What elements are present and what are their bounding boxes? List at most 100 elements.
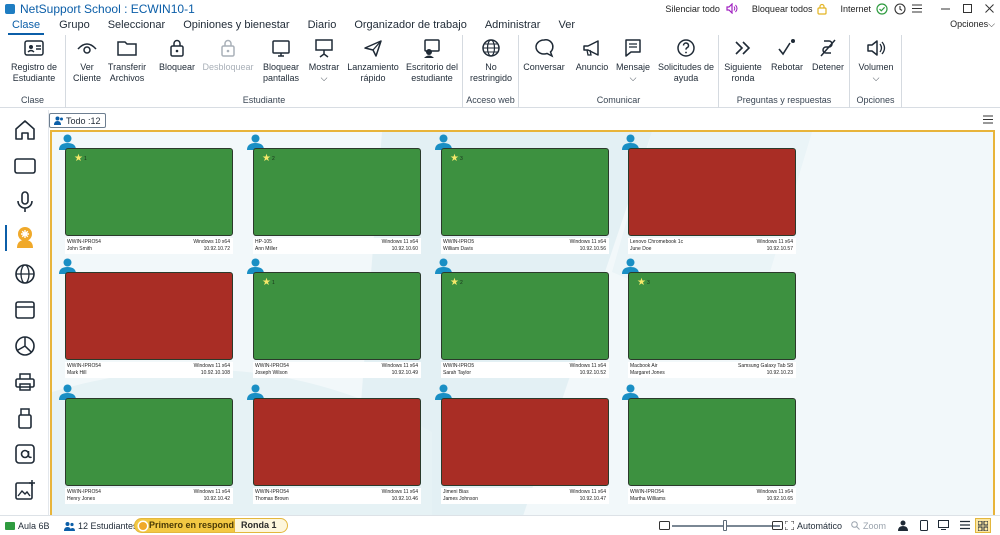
- student-register-button[interactable]: Registro de Estudiante: [5, 37, 63, 84]
- announcement-button[interactable]: Anuncio: [570, 37, 614, 73]
- student-name: John Smith: [67, 246, 93, 252]
- lock-button[interactable]: Bloquear: [158, 37, 196, 73]
- user-view-icon[interactable]: [898, 520, 908, 531]
- student-thumbnail[interactable]: ★ 1 WWIN-IPRO54 Windows 10 x64 John Smith…: [59, 134, 234, 256]
- close-button[interactable]: [978, 0, 1000, 17]
- maximize-button[interactable]: [956, 0, 978, 17]
- lock-all[interactable]: Bloquear todos: [752, 4, 813, 14]
- sidebar-item-web[interactable]: [0, 257, 49, 291]
- student-thumbnail[interactable]: ★ 3 WWIN-IPRO5 Windows 11 x64 William Dav…: [435, 134, 610, 256]
- globe-icon: [482, 39, 500, 57]
- filter-all-chip[interactable]: Todo :12: [49, 113, 106, 128]
- sidebar-item-printing[interactable]: [0, 365, 49, 399]
- help-requests-button[interactable]: Solicitudes de ayuda: [655, 37, 717, 84]
- transfer-files-button[interactable]: Transferir Archivos: [107, 37, 147, 84]
- menu-item-opiniones[interactable]: Opiniones y bienestar: [174, 17, 298, 35]
- list-view-icon[interactable]: [960, 520, 970, 530]
- menu-item-ver[interactable]: Ver: [549, 17, 584, 35]
- student-thumbnail[interactable]: Jimeni Bias Windows 11 x64 James Johnson…: [435, 384, 610, 506]
- zoom-slider-handle[interactable]: [723, 520, 727, 531]
- printer-icon: [14, 373, 35, 391]
- show-button[interactable]: Mostrar ⌵: [304, 37, 344, 84]
- room-status[interactable]: Aula 6B: [5, 516, 50, 535]
- student-thumbnail[interactable]: WWIN-IPRO54 Windows 11 x64 Thomas Brown …: [247, 384, 422, 506]
- volume-label: Volumen: [858, 62, 894, 72]
- unlock-button[interactable]: Desbloquear: [200, 37, 256, 73]
- sidebar-item-images[interactable]: [0, 473, 49, 507]
- globe-icon: [14, 264, 35, 284]
- menu-item-administrar[interactable]: Administrar: [476, 17, 550, 35]
- sidebar-item-home[interactable]: [0, 113, 49, 147]
- student-screen[interactable]: [628, 398, 796, 486]
- view-client-button[interactable]: Ver Cliente: [68, 37, 106, 84]
- group-label-clase: Clase: [20, 95, 44, 105]
- student-screen[interactable]: [65, 398, 233, 486]
- student-desktop-button[interactable]: Escritorio del estudiante: [402, 37, 462, 84]
- student-name: Thomas Brown: [255, 496, 289, 502]
- next-round-button[interactable]: Siguiente ronda: [722, 37, 764, 84]
- student-thumbnail[interactable]: WWIN-IPRO54 Windows 11 x64 Mark Hill 10.…: [59, 258, 234, 380]
- student-thumbnail[interactable]: WWIN-IPRO54 Windows 11 x64 Martha Willia…: [622, 384, 797, 506]
- star-count: 1: [84, 156, 87, 162]
- web-unrestricted-button[interactable]: No restringido: [466, 37, 516, 84]
- student-screen[interactable]: [628, 148, 796, 236]
- student-name: William Davis: [443, 246, 473, 252]
- clock-icon[interactable]: [894, 2, 906, 15]
- sidebar-item-reports[interactable]: [0, 329, 49, 363]
- menu-item-seleccionar[interactable]: Seleccionar: [99, 17, 174, 35]
- student-thumbnail[interactable]: WWIN-IPRO54 Windows 11 x64 Henry Jones 1…: [59, 384, 234, 506]
- sidebar-item-applications[interactable]: [0, 437, 49, 471]
- student-screen[interactable]: ★ 1: [253, 272, 421, 360]
- menu-item-organizador[interactable]: Organizador de trabajo: [345, 17, 476, 35]
- sidebar-item-apps[interactable]: [0, 293, 49, 327]
- minimize-button[interactable]: [934, 0, 956, 17]
- menu-icon[interactable]: [912, 4, 922, 13]
- internet-status[interactable]: Internet: [840, 4, 871, 14]
- student-screen[interactable]: ★ 3: [441, 148, 609, 236]
- stop-button[interactable]: Detener: [809, 37, 847, 73]
- menu-item-diario[interactable]: Diario: [299, 17, 346, 35]
- sidebar-item-audio[interactable]: [0, 185, 49, 219]
- student-screen[interactable]: [441, 398, 609, 486]
- sidebar-item-devices[interactable]: [0, 401, 49, 435]
- tablet-view-icon[interactable]: [920, 520, 928, 531]
- bounce-button[interactable]: Rebotar: [768, 37, 806, 73]
- padlock-icon[interactable]: [817, 3, 828, 15]
- students-count[interactable]: 12 Estudiantes: [64, 516, 138, 535]
- view-menu-icon[interactable]: [983, 115, 993, 127]
- speaker-icon[interactable]: [726, 3, 738, 14]
- message-button[interactable]: Mensaje ⌵: [615, 37, 651, 84]
- options-menu[interactable]: Opciones⌵: [950, 19, 995, 30]
- sidebar-item-screens[interactable]: [0, 149, 49, 183]
- student-thumbnail[interactable]: ★ 2 WWIN-IPRO5 Windows 11 x64 Sarah Taylo…: [435, 258, 610, 380]
- menu-item-clase[interactable]: Clase: [8, 17, 45, 35]
- auto-fit[interactable]: Automático: [785, 516, 842, 535]
- sidebar-item-qa[interactable]: [0, 221, 49, 255]
- student-screen[interactable]: ★ 2: [253, 148, 421, 236]
- student-screen[interactable]: ★ 1: [65, 148, 233, 236]
- lock-all-label: Bloquear todos: [751, 3, 813, 14]
- student-thumbnail[interactable]: Lenovo Chromebook 1c Windows 11 x64 June…: [622, 134, 797, 256]
- monitor-view-icon[interactable]: [938, 520, 949, 530]
- student-thumbnail[interactable]: ★ 2 HP-105 Windows 11 x64 Ann Miller 10.9…: [247, 134, 422, 256]
- volume-button[interactable]: Volumen ⌵: [854, 37, 898, 84]
- screen-size-small-icon[interactable]: [659, 521, 670, 530]
- student-thumbnail[interactable]: ★ 1 WWIN-IPRO54 Windows 11 x64 Joseph Wil…: [247, 258, 422, 380]
- student-screen[interactable]: ★ 3: [628, 272, 796, 360]
- student-screen[interactable]: [65, 272, 233, 360]
- silence-all[interactable]: Silenciar todo: [665, 4, 720, 14]
- star-count: 3: [460, 156, 463, 162]
- grid-view-toggle[interactable]: [975, 518, 991, 533]
- blank-screens-button[interactable]: Bloquear pantallas: [259, 37, 303, 84]
- student-screen[interactable]: ★ 2: [441, 272, 609, 360]
- filter-all-count: :12: [88, 115, 101, 126]
- screen-size-large-icon[interactable]: [772, 521, 783, 530]
- quick-launch-button[interactable]: Lanzamiento rápido: [345, 37, 401, 84]
- os-name: Windows 11 x64: [381, 239, 418, 245]
- student-screen[interactable]: [253, 398, 421, 486]
- zoom-control[interactable]: Zoom: [851, 516, 886, 535]
- student-thumbnail[interactable]: ★ 3 Macbook Air Samsung Galaxy Tab S8 Mar…: [622, 258, 797, 380]
- chat-button[interactable]: Conversar: [522, 37, 566, 73]
- star-icon: ★: [637, 277, 646, 288]
- menu-item-grupo[interactable]: Grupo: [50, 17, 99, 35]
